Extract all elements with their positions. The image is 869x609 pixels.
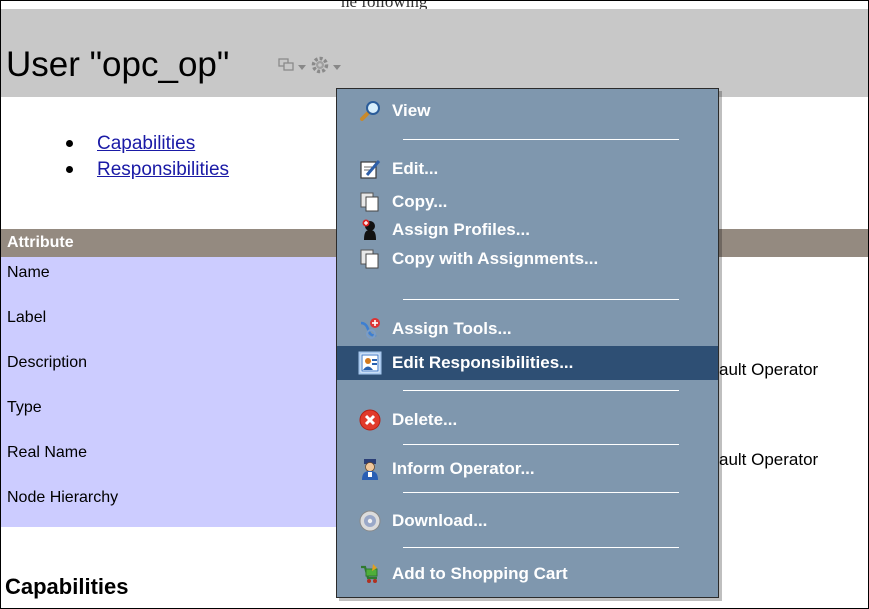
menu-item-label: View <box>392 101 431 120</box>
menu-item-assign-tools[interactable]: Assign Tools... <box>337 314 718 344</box>
menu-item-inform-operator[interactable]: Inform Operator... <box>337 454 718 484</box>
menu-item-label: Assign Tools... <box>392 319 512 338</box>
link-responsibilities[interactable]: Responsibilities <box>97 159 229 180</box>
copy-icon <box>358 247 382 271</box>
magnifier-icon <box>358 99 382 123</box>
menu-item-download[interactable]: Download... <box>337 506 718 536</box>
responsibilities-icon <box>358 351 382 375</box>
menu-separator <box>403 547 679 548</box>
context-menu: View Edit... Copy... Assign Profiles... <box>336 88 719 598</box>
cart-icon <box>358 562 382 586</box>
menu-item-label: Edit... <box>392 159 439 178</box>
menu-item-label: Download... <box>392 511 488 530</box>
menu-separator <box>403 444 679 445</box>
menu-item-label: Copy with Assignments... <box>392 249 599 268</box>
menu-item-label: Delete... <box>392 410 458 429</box>
attribute-cell: Description <box>1 347 341 392</box>
page-frame: he following User "opc_op" Capabilities … <box>0 0 869 609</box>
menu-separator <box>403 139 679 140</box>
link-capabilities[interactable]: Capabilities <box>97 133 195 154</box>
copy-icon <box>358 190 382 214</box>
page-title: User "opc_op" <box>6 45 230 84</box>
delete-icon <box>358 408 382 432</box>
list-item: Capabilities <box>63 131 229 157</box>
download-icon <box>358 509 382 533</box>
menu-separator <box>403 299 679 300</box>
menu-item-edit-responsibilities[interactable]: Edit Responsibilities... <box>337 346 718 380</box>
menu-item-view[interactable]: View <box>337 96 718 126</box>
menu-item-label: Assign Profiles... <box>392 220 530 239</box>
value-cell: ault Operator <box>719 450 819 469</box>
header-actions <box>278 55 346 79</box>
attribute-cell: Name <box>1 257 341 302</box>
menu-item-label: Copy... <box>392 192 448 211</box>
attribute-cell: Node Hierarchy <box>1 482 341 527</box>
attribute-cell: Type <box>1 392 341 437</box>
menu-item-label: Edit Responsibilities... <box>392 353 574 372</box>
window-icon[interactable] <box>278 57 294 77</box>
bullet <box>66 166 73 173</box>
menu-item-copy-with-assignments[interactable]: Copy with Assignments... <box>337 244 718 274</box>
menu-item-label: Inform Operator... <box>392 459 535 478</box>
menu-item-delete[interactable]: Delete... <box>337 405 718 435</box>
bullet <box>66 140 73 147</box>
menu-separator <box>403 390 679 391</box>
menu-item-label: Add to Shopping Cart <box>392 564 568 583</box>
section-title: Capabilities <box>5 574 129 599</box>
attribute-cell: Label <box>1 302 341 347</box>
chevron-down-icon[interactable] <box>298 64 306 70</box>
list-item: Responsibilities <box>63 157 229 183</box>
menu-item-add-to-shopping-cart[interactable]: Add to Shopping Cart <box>337 559 718 589</box>
edit-icon <box>358 157 382 181</box>
profile-icon <box>358 218 382 242</box>
menu-item-edit[interactable]: Edit... <box>337 154 718 184</box>
menu-item-copy[interactable]: Copy... <box>337 187 718 217</box>
value-cell: ault Operator <box>719 360 819 379</box>
top-strip: he following <box>1 1 868 11</box>
gear-icon[interactable] <box>311 56 329 79</box>
quick-links: Capabilities Responsibilities <box>63 131 229 183</box>
menu-item-assign-profiles[interactable]: Assign Profiles... <box>337 215 718 245</box>
operator-icon <box>358 457 382 481</box>
attribute-cell: Real Name <box>1 437 341 482</box>
menu-separator <box>403 492 679 493</box>
chevron-down-icon[interactable] <box>333 64 341 70</box>
tools-icon <box>358 317 382 341</box>
